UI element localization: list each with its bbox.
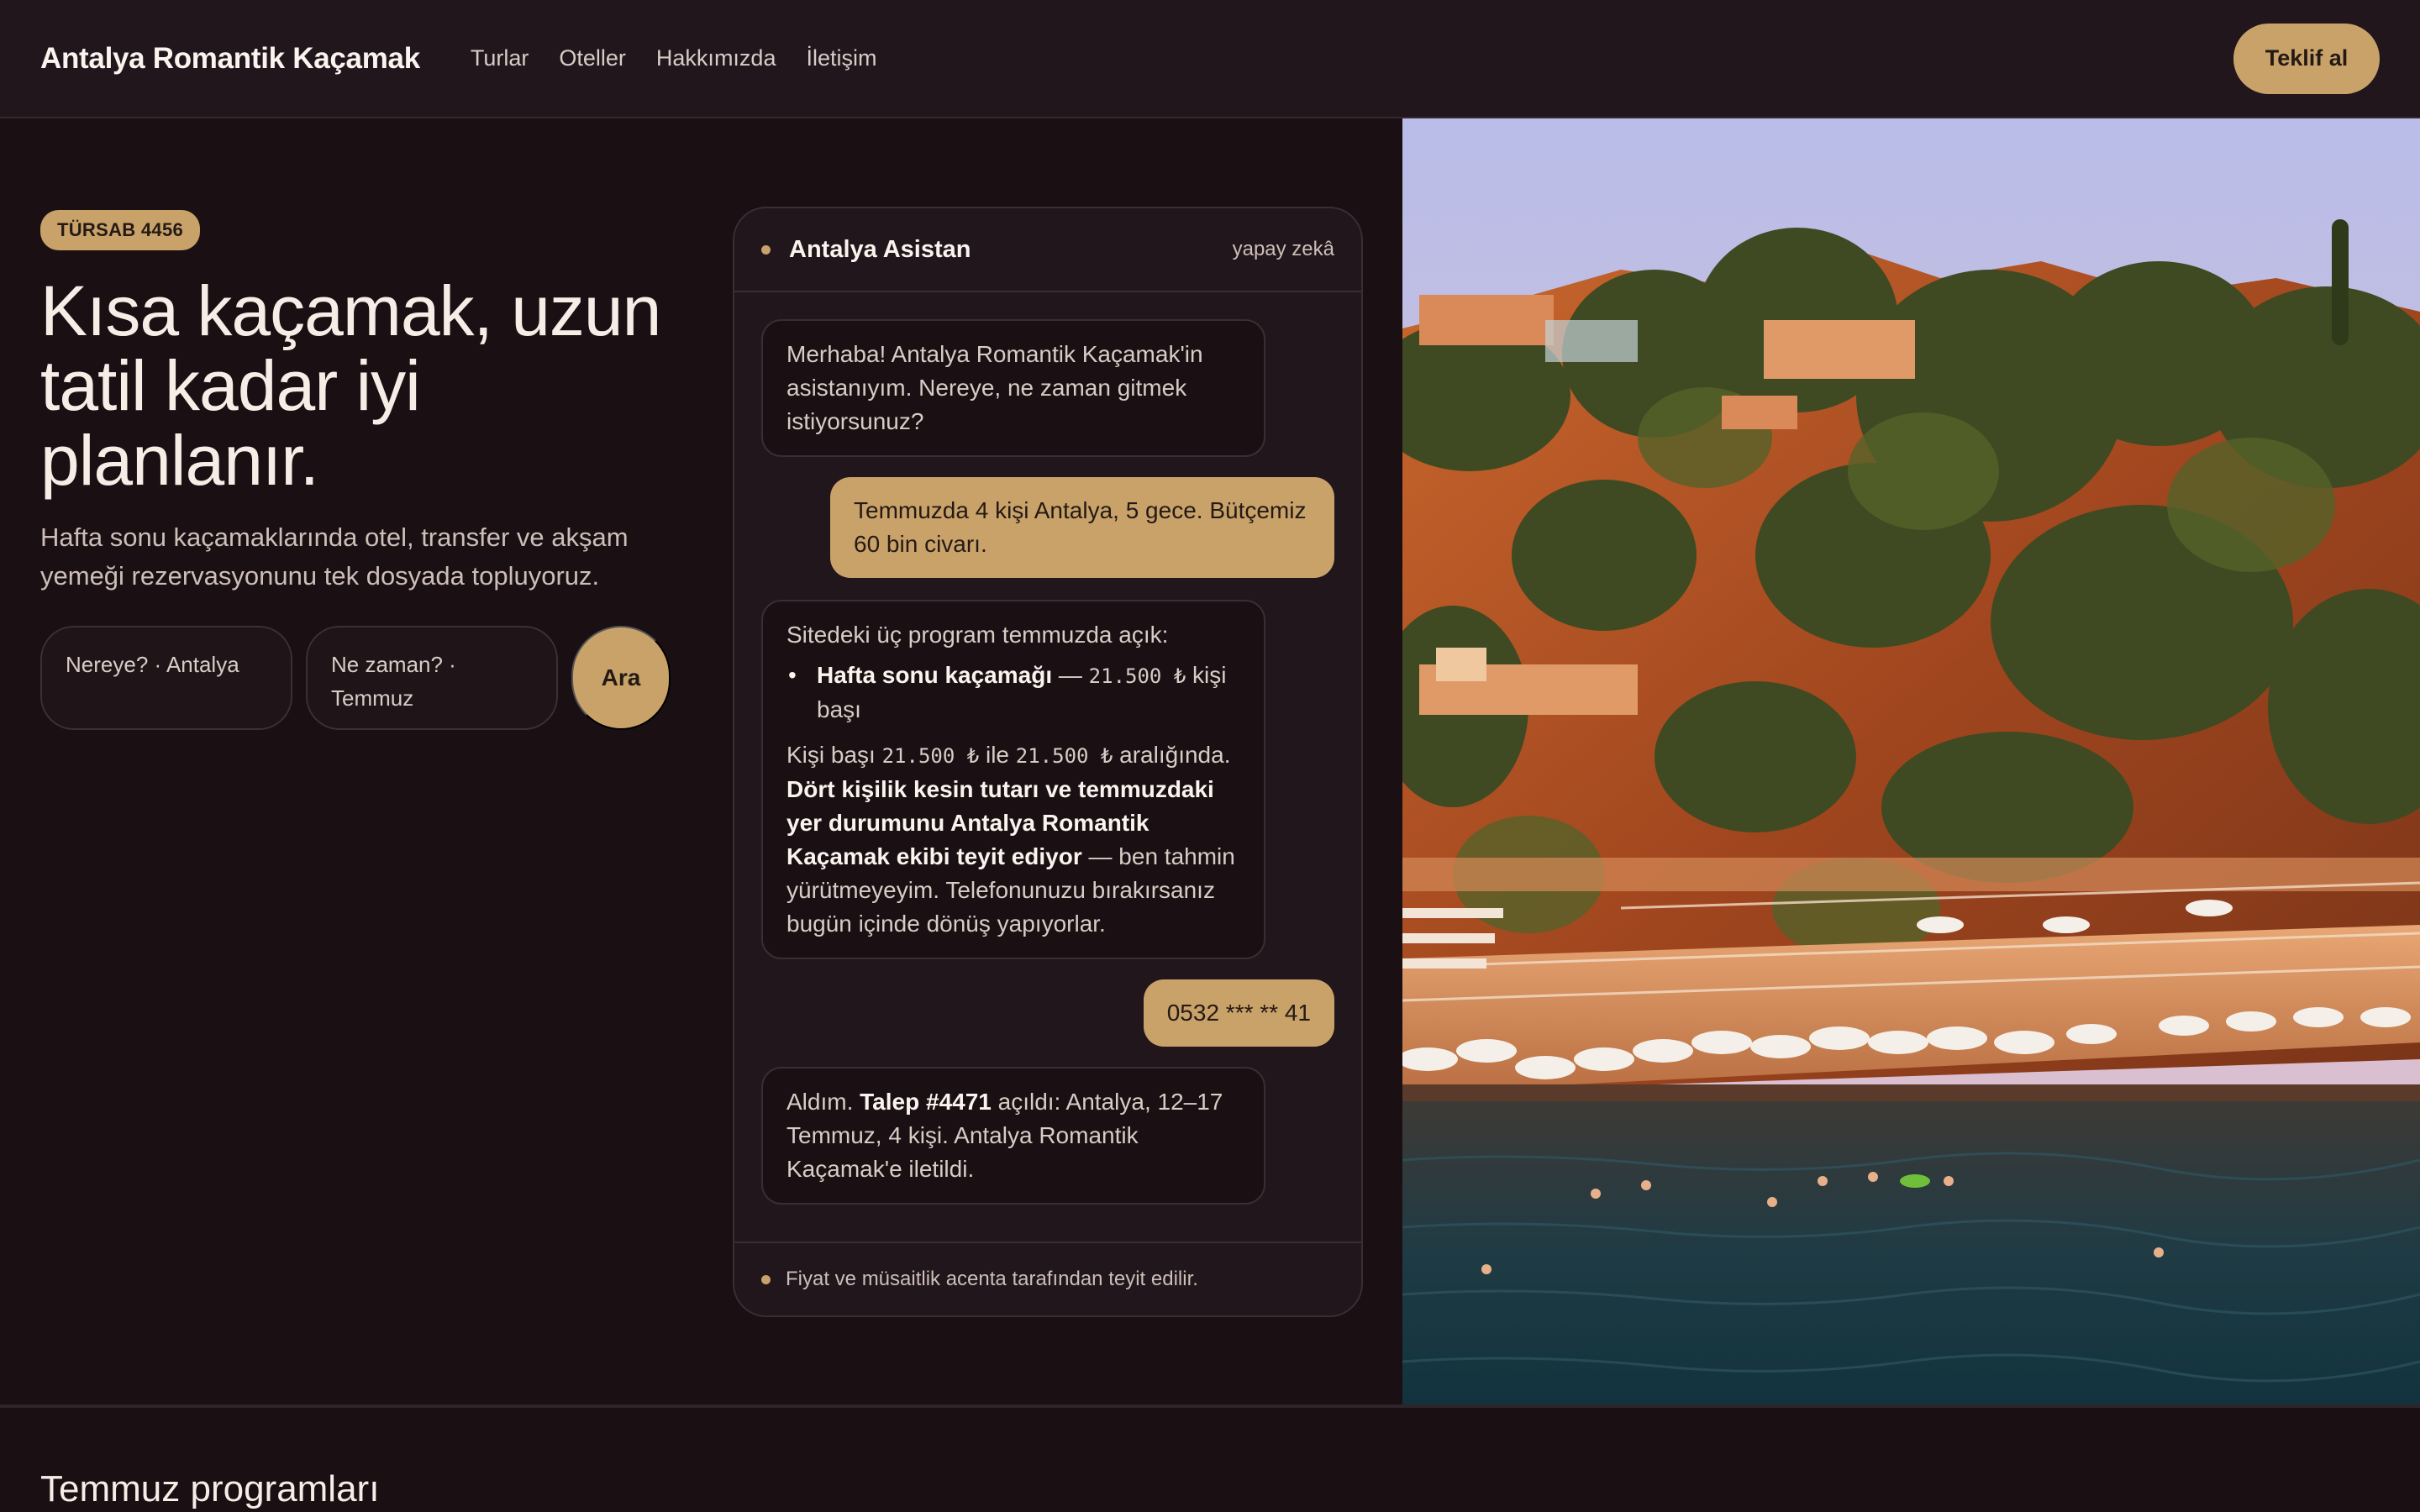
chat-header: Antalya Asistan yapay zekâ bbox=[734, 208, 1361, 292]
top-navbar: Antalya Romantik Kaçamak Turlar Oteller … bbox=[0, 0, 2420, 118]
separator: — bbox=[1052, 662, 1089, 688]
price-max: 21.500 ₺ bbox=[1015, 744, 1113, 768]
text-span: aralığında. bbox=[1113, 742, 1238, 768]
bot-message: Aldım. Talep #4471 açıldı: Antalya, 12–1… bbox=[761, 1067, 1265, 1205]
user-phone-message: 0532 *** ** 41 bbox=[1143, 979, 1334, 1047]
message-text: Sitedeki üç program temmuzda açık: bbox=[786, 622, 1169, 648]
chat-widget: Antalya Asistan yapay zekâ Merhaba! Anta… bbox=[733, 207, 1363, 1317]
license-badge: TÜRSAB 4456 bbox=[40, 210, 201, 250]
text-span: ile bbox=[979, 742, 1016, 768]
brand-logo[interactable]: Antalya Romantik Kaçamak bbox=[40, 42, 420, 76]
online-status-icon bbox=[761, 244, 771, 255]
nav-link-about[interactable]: Hakkımızda bbox=[656, 45, 776, 71]
destination-field[interactable]: Nereye? · Antalya bbox=[40, 626, 292, 730]
ticket-number: Talep #4471 bbox=[860, 1089, 992, 1115]
main-nav: Turlar Oteller Hakkımızda İletişim bbox=[471, 45, 877, 71]
info-dot-icon bbox=[761, 1274, 771, 1284]
hero-subtitle: Hafta sonu kaçamaklarında otel, transfer… bbox=[40, 522, 629, 591]
user-message: Temmuzda 4 kişi Antalya, 5 gece. Bütçemi… bbox=[830, 477, 1334, 578]
text-span: Kişi başı bbox=[786, 742, 882, 768]
nav-link-contact[interactable]: İletişim bbox=[806, 45, 876, 71]
chat-footer: Fiyat ve müsaitlik acenta tarafından tey… bbox=[734, 1242, 1361, 1315]
list-item: Hafta sonu kaçamağı — 21.500 ₺ kişi başı bbox=[786, 659, 1240, 727]
program-name: Hafta sonu kaçamağı bbox=[817, 662, 1053, 688]
price-min: 21.500 ₺ bbox=[881, 744, 980, 768]
chat-messages: Merhaba! Antalya Romantik Kaçamak'in asi… bbox=[734, 292, 1361, 1205]
section-title: Temmuz programları bbox=[40, 1468, 380, 1509]
disclaimer-text: Fiyat ve müsaitlik acenta tarafından tey… bbox=[786, 1268, 1198, 1290]
hero-section: TÜRSAB 4456 Kısa kaçamak, uzun tatil kad… bbox=[40, 210, 679, 730]
message-text: Kişi başı 21.500 ₺ ile 21.500 ₺ aralığın… bbox=[786, 738, 1240, 941]
nav-link-tours[interactable]: Turlar bbox=[471, 45, 529, 71]
nav-link-hotels[interactable]: Oteller bbox=[559, 45, 626, 71]
date-field[interactable]: Ne zaman? · Temmuz bbox=[306, 626, 558, 730]
search-button[interactable]: Ara bbox=[571, 626, 671, 730]
program-price: 21.500 ₺ bbox=[1088, 664, 1186, 688]
section-divider bbox=[0, 1404, 2420, 1408]
program-list: Hafta sonu kaçamağı — 21.500 ₺ kişi başı bbox=[786, 659, 1240, 727]
get-quote-button[interactable]: Teklif al bbox=[2233, 23, 2380, 94]
bot-message: Merhaba! Antalya Romantik Kaçamak'in asi… bbox=[761, 319, 1265, 457]
hero-headline: Kısa kaçamak, uzun tatil kadar iyi planl… bbox=[40, 271, 661, 500]
bot-message: Sitedeki üç program temmuzda açık: Hafta… bbox=[761, 600, 1265, 959]
hero-photo bbox=[1402, 118, 2420, 1406]
text-span: Aldım. bbox=[786, 1089, 860, 1115]
ai-label: yapay zekâ bbox=[1232, 238, 1334, 260]
search-bar: Nereye? · Antalya Ne zaman? · Temmuz Ara bbox=[40, 626, 679, 730]
chat-title: Antalya Asistan bbox=[789, 235, 971, 263]
